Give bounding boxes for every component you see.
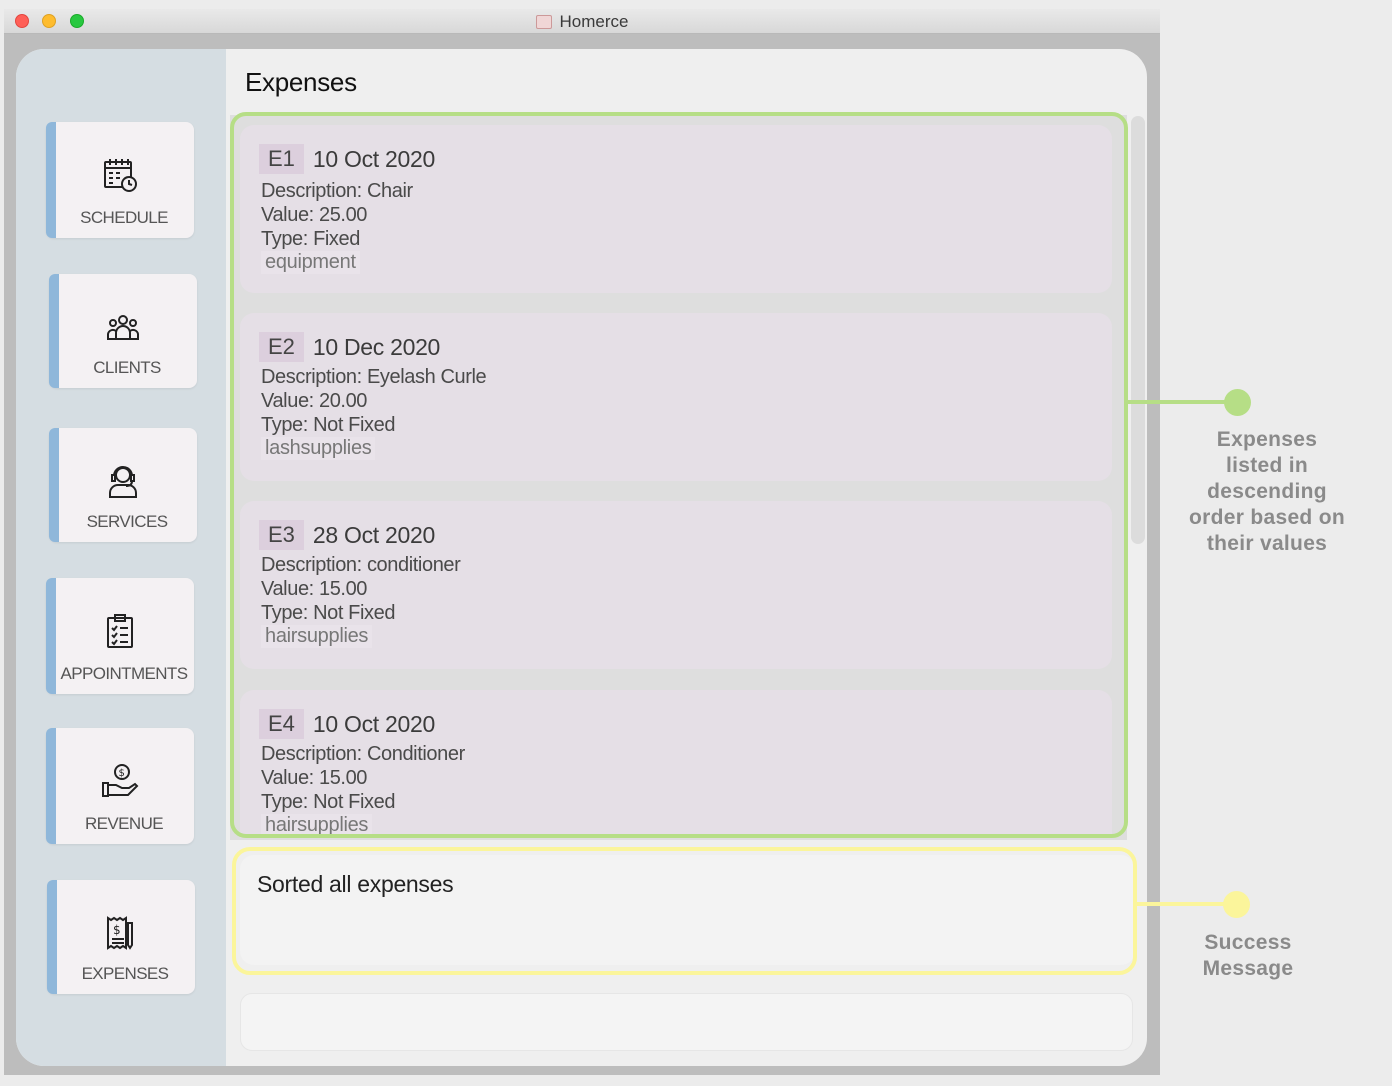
note-line: order based on bbox=[1189, 506, 1345, 529]
sidebar-item-label: SCHEDULE bbox=[80, 208, 168, 227]
app-logo-icon bbox=[535, 15, 552, 29]
expense-tag: equipment bbox=[261, 251, 360, 274]
svg-text:$: $ bbox=[119, 768, 125, 779]
sidebar: SCHEDULE CLIENTS SERVICES APPOINTMENTS $… bbox=[16, 49, 226, 1066]
expense-list-callout-line bbox=[1128, 400, 1228, 404]
svg-text:$: $ bbox=[113, 923, 121, 937]
sidebar-item-appointments[interactable]: APPOINTMENTS bbox=[46, 578, 194, 694]
sidebar-item-revenue[interactable]: $ REVENUE bbox=[46, 728, 194, 844]
clipboard-checklist-icon bbox=[46, 612, 194, 650]
sidebar-item-label: REVENUE bbox=[85, 814, 164, 833]
sidebar-item-schedule[interactable]: SCHEDULE bbox=[46, 122, 194, 238]
sidebar-item-services[interactable]: SERVICES bbox=[49, 428, 197, 542]
expense-list-note: Expenses listed in descending order base… bbox=[1177, 427, 1357, 557]
expense-tag: lashsupplies bbox=[261, 437, 376, 460]
expense-type: Type: Not Fixed bbox=[261, 602, 396, 624]
expense-date: 28 Oct 2020 bbox=[312, 521, 435, 548]
command-input[interactable] bbox=[240, 993, 1133, 1051]
result-message: Sorted all expenses bbox=[257, 871, 454, 897]
expense-card[interactable]: E3 28 Oct 2020 Description: conditioner … bbox=[240, 501, 1112, 669]
title-bar: Homerce bbox=[4, 9, 1160, 34]
expense-id-badge: E2 bbox=[259, 332, 304, 362]
expense-card[interactable]: E1 10 Oct 2020 Description: Chair Value:… bbox=[240, 125, 1112, 293]
expense-card-header: E2 10 Dec 2020 bbox=[259, 332, 440, 362]
window-title: Homerce bbox=[559, 12, 629, 31]
expense-value: Value: 20.00 bbox=[261, 390, 368, 412]
headset-person-icon bbox=[49, 462, 197, 500]
expense-type: Type: Not Fixed bbox=[261, 414, 396, 436]
expense-date: 10 Oct 2020 bbox=[312, 145, 435, 172]
expense-type: Type: Not Fixed bbox=[261, 791, 396, 813]
expense-card[interactable]: E4 10 Oct 2020 Description: Conditioner … bbox=[240, 690, 1112, 838]
expense-description: Description: conditioner bbox=[261, 554, 461, 576]
note-line: Message bbox=[1202, 957, 1294, 980]
expense-list-scrollbar[interactable] bbox=[1131, 116, 1145, 544]
result-message-callout-dot bbox=[1223, 891, 1250, 918]
expense-id-badge: E3 bbox=[259, 520, 304, 550]
app-window: Homerce SCHEDULE CLIENTS SERVICES APPOIN… bbox=[4, 9, 1160, 1075]
expense-list-panel[interactable]: E1 10 Oct 2020 Description: Chair Value:… bbox=[230, 115, 1127, 840]
sidebar-item-clients[interactable]: CLIENTS bbox=[49, 274, 197, 388]
sidebar-item-label: CLIENTS bbox=[93, 358, 161, 377]
expense-date: 10 Dec 2020 bbox=[312, 333, 441, 360]
expense-card-header: E3 28 Oct 2020 bbox=[259, 520, 435, 550]
expense-date: 10 Oct 2020 bbox=[312, 710, 435, 737]
app-content: SCHEDULE CLIENTS SERVICES APPOINTMENTS $… bbox=[16, 49, 1147, 1066]
expense-type: Type: Fixed bbox=[261, 228, 360, 250]
expense-description: Description: Chair bbox=[261, 180, 413, 202]
result-message-note: Success Message bbox=[1178, 930, 1318, 982]
expense-description: Description: Eyelash Curle bbox=[261, 366, 487, 388]
expense-id-badge: E1 bbox=[259, 144, 304, 174]
expense-id-badge: E4 bbox=[259, 709, 304, 739]
note-line: their values bbox=[1206, 532, 1328, 555]
sidebar-item-label: EXPENSES bbox=[81, 964, 169, 983]
page-title: Expenses bbox=[245, 67, 357, 97]
calendar-clock-icon bbox=[46, 156, 194, 194]
sidebar-item-expenses[interactable]: $ EXPENSES bbox=[47, 880, 195, 994]
result-display: Sorted all expenses bbox=[240, 855, 1135, 965]
window-title-group: Homerce bbox=[4, 12, 1160, 32]
sidebar-item-label: SERVICES bbox=[86, 512, 168, 531]
expense-list-callout-dot bbox=[1224, 389, 1251, 416]
result-message-callout-line bbox=[1137, 902, 1227, 906]
expense-card[interactable]: E2 10 Dec 2020 Description: Eyelash Curl… bbox=[240, 313, 1112, 481]
group-icon bbox=[49, 308, 197, 346]
expense-value: Value: 15.00 bbox=[261, 767, 368, 789]
note-line: Success bbox=[1204, 931, 1292, 954]
note-line: Expenses bbox=[1216, 428, 1318, 451]
hand-dollar-icon: $ bbox=[46, 762, 194, 800]
note-line: listed in bbox=[1225, 454, 1309, 477]
expense-tag: hairsupplies bbox=[261, 625, 373, 648]
note-line: descending bbox=[1207, 480, 1327, 503]
expense-card-header: E4 10 Oct 2020 bbox=[259, 709, 435, 739]
receipt-dollar-icon: $ bbox=[47, 914, 195, 952]
expense-value: Value: 15.00 bbox=[261, 578, 368, 600]
sidebar-item-label: APPOINTMENTS bbox=[60, 664, 189, 683]
expense-tag: hairsupplies bbox=[261, 814, 373, 837]
expense-list: E1 10 Oct 2020 Description: Chair Value:… bbox=[238, 123, 1112, 838]
expense-description: Description: Conditioner bbox=[261, 743, 465, 765]
expense-card-header: E1 10 Oct 2020 bbox=[259, 144, 435, 174]
expense-value: Value: 25.00 bbox=[261, 204, 368, 226]
